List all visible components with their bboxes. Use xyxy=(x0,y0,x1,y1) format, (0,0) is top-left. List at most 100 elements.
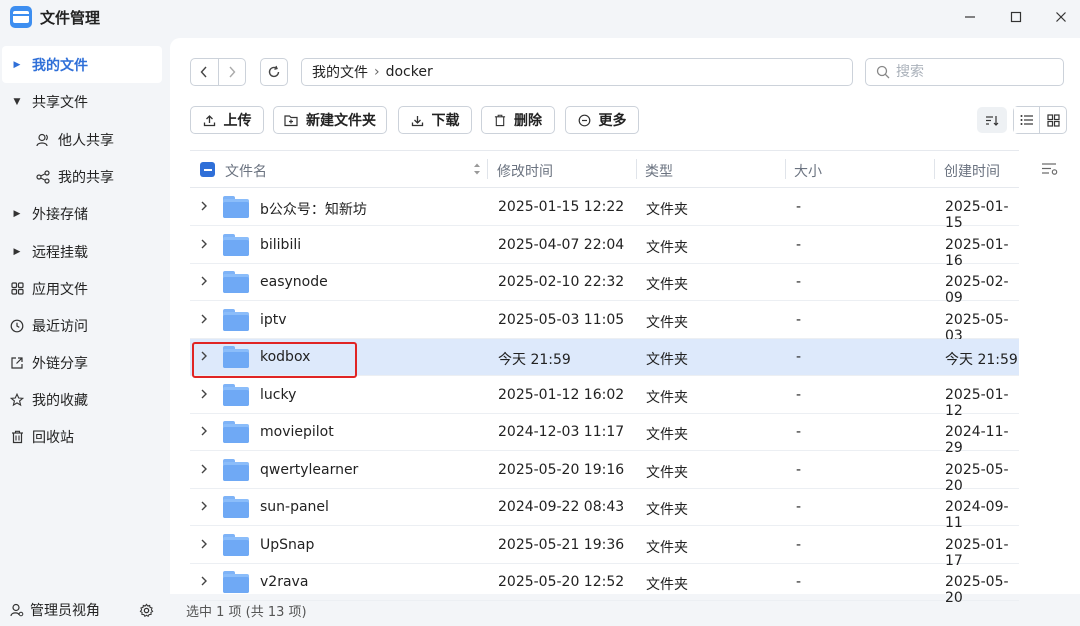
breadcrumb[interactable]: 我的文件 › docker xyxy=(301,58,853,86)
chevron-right-icon[interactable] xyxy=(200,425,212,439)
file-name[interactable]: moviepilot xyxy=(260,424,334,440)
search-input[interactable] xyxy=(896,64,1046,80)
file-name[interactable]: easynode xyxy=(260,274,328,290)
clock-icon xyxy=(2,319,32,333)
table-row[interactable]: sun-panel 2024-09-22 08:43 文件夹 -2024-09-11 xyxy=(190,489,1019,531)
trash-icon xyxy=(2,430,32,444)
file-name[interactable]: bilibili xyxy=(260,237,301,253)
table-row[interactable]: moviepilot 2024-12-03 11:17 文件夹 -2024-11-29 xyxy=(190,414,1019,456)
file-size: - xyxy=(796,461,802,478)
select-all-checkbox[interactable] xyxy=(200,162,215,177)
delete-button[interactable]: 删除 xyxy=(481,106,555,134)
modified-time: 2024-09-22 08:43 xyxy=(498,499,625,515)
maximize-button[interactable] xyxy=(1001,4,1031,30)
file-name[interactable]: v2rava xyxy=(260,574,308,590)
sidebar-item-shared-files[interactable]: ▼ 共享文件 xyxy=(2,83,162,120)
folder-icon xyxy=(223,308,249,331)
file-size: - xyxy=(796,536,802,553)
chevron-right-icon[interactable] xyxy=(200,500,212,514)
sidebar-item-recent[interactable]: 最近访问 xyxy=(2,307,162,344)
sidebar-item-label: 应用文件 xyxy=(32,281,88,298)
file-size: - xyxy=(796,424,802,440)
download-button[interactable]: 下载 xyxy=(398,106,472,134)
sidebar-item-app-files[interactable]: 应用文件 xyxy=(2,270,162,307)
table-row[interactable]: UpSnap 2025-05-21 19:36 文件夹 -2025-01-17 xyxy=(190,527,1019,569)
breadcrumb-separator: › xyxy=(374,64,380,80)
column-header-type[interactable]: 类型 xyxy=(645,161,673,181)
refresh-button[interactable] xyxy=(260,58,288,86)
sort-button[interactable] xyxy=(977,107,1007,133)
chevron-left-icon xyxy=(201,66,208,78)
sidebar-item-label: 外链分享 xyxy=(32,355,88,372)
sidebar-item-label: 共享文件 xyxy=(32,94,88,111)
sidebar-item-my-shares[interactable]: 我的共享 xyxy=(2,158,162,195)
close-button[interactable] xyxy=(1046,4,1076,30)
file-name[interactable]: sun-panel xyxy=(260,499,329,515)
upload-button[interactable]: 上传 xyxy=(190,106,264,134)
sort-updown-icon[interactable] xyxy=(473,162,481,180)
chevron-right-icon[interactable] xyxy=(200,538,212,552)
table-row[interactable]: iptv 2025-05-03 11:05 文件夹 -2025-05-03 xyxy=(190,302,1019,344)
sidebar-item-favorites[interactable]: 我的收藏 xyxy=(2,381,162,418)
app-title: 文件管理 xyxy=(40,9,101,27)
list-view-button[interactable] xyxy=(1014,107,1040,133)
view-mode-toggle xyxy=(1013,106,1067,134)
column-header-modified[interactable]: 修改时间 xyxy=(497,161,553,181)
sidebar-item-label: 远程挂载 xyxy=(32,244,88,261)
chevron-right-icon[interactable] xyxy=(200,200,212,214)
grid-view-button[interactable] xyxy=(1040,107,1066,133)
sidebar-item-shared-by-others[interactable]: 他人共享 xyxy=(2,121,162,158)
column-divider[interactable] xyxy=(636,159,637,179)
sidebar-item-trash[interactable]: 回收站 xyxy=(2,418,162,455)
new-folder-button[interactable]: 新建文件夹 xyxy=(273,106,387,134)
minimize-button[interactable] xyxy=(955,4,985,30)
close-icon xyxy=(1056,12,1066,22)
column-header-name[interactable]: 文件名 xyxy=(225,161,267,181)
chevron-right-icon[interactable] xyxy=(200,388,212,402)
file-name[interactable]: iptv xyxy=(260,312,287,328)
breadcrumb-item-my-files[interactable]: 我的文件 xyxy=(312,62,368,82)
sidebar-item-label: 最近访问 xyxy=(32,318,88,335)
sidebar-item-label: 我的收藏 xyxy=(32,392,88,409)
column-divider[interactable] xyxy=(785,159,786,179)
chevron-right-icon[interactable] xyxy=(200,463,212,477)
sidebar-item-external-storage[interactable]: ▶ 外接存储 xyxy=(2,195,162,232)
chevron-right-icon[interactable] xyxy=(200,313,212,327)
chevron-right-icon[interactable] xyxy=(200,575,212,589)
file-size: - xyxy=(796,386,802,403)
forward-button[interactable] xyxy=(217,59,245,85)
sidebar-item-my-files[interactable]: ▶ 我的文件 xyxy=(2,46,162,83)
breadcrumb-item-docker[interactable]: docker xyxy=(386,64,433,80)
chevron-right-icon[interactable] xyxy=(200,275,212,289)
sidebar-item-remote-mount[interactable]: ▶ 远程挂载 xyxy=(2,233,162,270)
column-settings-button[interactable] xyxy=(1041,162,1059,180)
more-button[interactable]: 更多 xyxy=(565,106,639,134)
file-name[interactable]: lucky xyxy=(260,387,296,403)
table-row[interactable]: qwertylearner 2025-05-20 19:16 文件夹 -2025-05… xyxy=(190,452,1019,494)
chevron-right-icon[interactable] xyxy=(200,238,212,252)
grid-icon xyxy=(2,282,32,295)
status-bar: 选中 1 项 (共 13 项) xyxy=(170,594,1080,626)
column-header-size[interactable]: 大小 xyxy=(794,161,822,181)
column-header-created[interactable]: 创建时间 xyxy=(944,161,1000,181)
folder-icon xyxy=(223,533,249,556)
column-divider[interactable] xyxy=(934,159,935,179)
file-name[interactable]: UpSnap xyxy=(260,537,314,553)
file-type: 文件夹 xyxy=(646,502,688,518)
maximize-icon xyxy=(1010,11,1022,23)
gear-icon[interactable] xyxy=(139,603,154,618)
star-icon xyxy=(2,392,32,407)
refresh-icon xyxy=(268,65,280,78)
sidebar-item-link-share[interactable]: 外链分享 xyxy=(2,344,162,381)
admin-view-toggle[interactable]: 管理员视角 xyxy=(0,594,170,626)
table-row[interactable]: lucky 2025-01-12 16:02 文件夹 -2025-01-12 xyxy=(190,377,1019,419)
more-label: 更多 xyxy=(598,113,627,129)
file-name[interactable]: qwertylearner xyxy=(260,462,358,478)
table-row[interactable]: bilibili 2025-04-07 22:04 文件夹 -2025-01-16 xyxy=(190,227,1019,269)
table-row[interactable]: easynode 2025-02-10 22:32 文件夹 -2025-02-09 xyxy=(190,264,1019,306)
column-divider[interactable] xyxy=(487,159,488,179)
back-button[interactable] xyxy=(191,59,218,85)
file-name[interactable]: b公众号：知新坊 xyxy=(260,199,367,219)
table-row[interactable]: b公众号：知新坊 2025-01-15 12:22 文件夹 -2025-01-15 xyxy=(190,189,1019,231)
search-box[interactable] xyxy=(865,58,1064,86)
